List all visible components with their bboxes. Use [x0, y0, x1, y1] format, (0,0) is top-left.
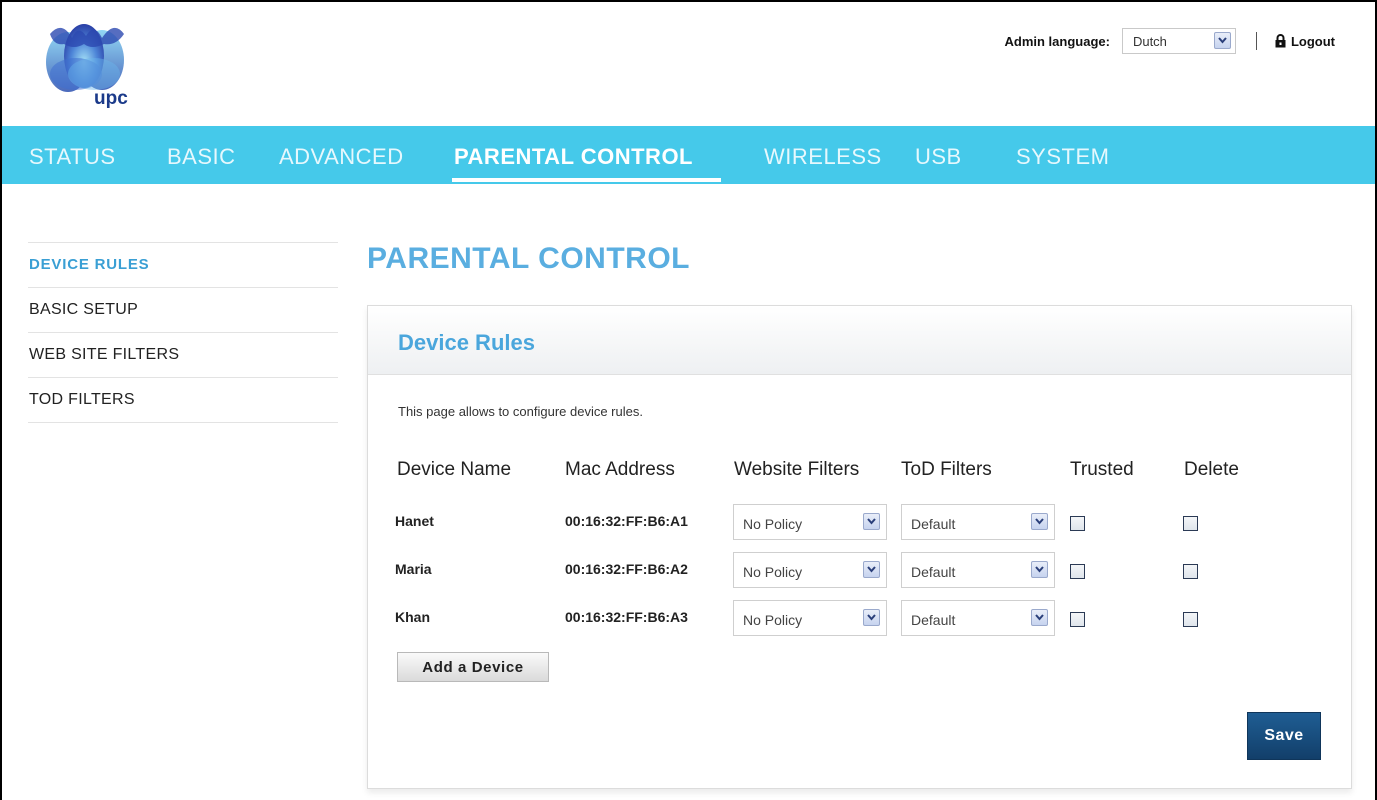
- trusted-checkbox[interactable]: [1070, 612, 1085, 627]
- device-name: Khan: [395, 609, 430, 625]
- admin-language-value: Dutch: [1132, 34, 1167, 49]
- logout-label: Logout: [1290, 33, 1335, 49]
- trusted-checkbox[interactable]: [1070, 516, 1085, 531]
- sidebar-item-basic-setup[interactable]: BASIC SETUP: [28, 287, 338, 332]
- tod-filter-value: Default: [911, 516, 956, 532]
- tod-filter-select[interactable]: Default: [901, 552, 1055, 588]
- mac-address: 00:16:32:FF:B6:A2: [565, 561, 688, 577]
- app-window: upc Admin language: Dutch Logout STATUS …: [0, 0, 1377, 800]
- tod-filter-value: Default: [911, 564, 956, 580]
- sidebar-item-device-rules[interactable]: DEVICE RULES: [28, 242, 338, 287]
- nav-status[interactable]: STATUS: [29, 144, 116, 170]
- website-filter-select[interactable]: No Policy: [733, 552, 887, 588]
- mac-address: 00:16:32:FF:B6:A3: [565, 609, 688, 625]
- chevron-down-icon[interactable]: [863, 609, 880, 626]
- logout-link[interactable]: Logout: [1275, 34, 1335, 49]
- sidebar-item-tod-filters[interactable]: TOD FILTERS: [28, 377, 338, 422]
- website-filter-select[interactable]: No Policy: [733, 504, 887, 540]
- chevron-down-icon[interactable]: [1213, 32, 1231, 49]
- panel-description: This page allows to configure device rul…: [398, 404, 643, 419]
- add-device-button[interactable]: Add a Device: [397, 652, 549, 682]
- admin-language-select[interactable]: Dutch: [1121, 28, 1236, 54]
- device-name: Hanet: [395, 513, 434, 529]
- delete-checkbox[interactable]: [1183, 516, 1198, 531]
- chevron-down-icon[interactable]: [863, 513, 880, 530]
- website-filter-value: No Policy: [743, 516, 803, 532]
- panel-title: Device Rules: [398, 330, 535, 355]
- website-filter-value: No Policy: [743, 612, 803, 628]
- main-nav: STATUS BASIC ADVANCED PARENTAL CONTROL W…: [2, 126, 1375, 184]
- website-filter-value: No Policy: [743, 564, 803, 580]
- active-tab-indicator: [452, 178, 721, 182]
- column-header-website-filters: Website Filters: [734, 459, 860, 480]
- mac-address: 00:16:32:FF:B6:A1: [565, 513, 688, 529]
- divider: [1255, 32, 1257, 50]
- sidebar-item-web-site-filters[interactable]: WEB SITE FILTERS: [28, 332, 338, 377]
- tod-filter-select[interactable]: Default: [901, 600, 1055, 636]
- admin-bar: Admin language: Dutch Logout: [1004, 28, 1335, 54]
- column-header-trusted: Trusted: [1070, 459, 1134, 480]
- header: upc Admin language: Dutch Logout: [2, 2, 1375, 126]
- sidebar: DEVICE RULES BASIC SETUP WEB SITE FILTER…: [28, 242, 338, 423]
- lock-icon: [1275, 34, 1286, 48]
- column-header-tod-filters: ToD Filters: [901, 459, 992, 480]
- nav-advanced[interactable]: ADVANCED: [279, 144, 404, 170]
- tod-filter-select[interactable]: Default: [901, 504, 1055, 540]
- chevron-down-icon[interactable]: [1031, 513, 1048, 530]
- save-button[interactable]: Save: [1247, 712, 1321, 760]
- upc-logo: upc: [32, 16, 142, 109]
- nav-wireless[interactable]: WIRELESS: [764, 144, 882, 170]
- column-header-device-name: Device Name: [397, 459, 512, 480]
- nav-parental-control[interactable]: PARENTAL CONTROL: [454, 144, 693, 170]
- delete-checkbox[interactable]: [1183, 612, 1198, 627]
- chevron-down-icon[interactable]: [863, 561, 880, 578]
- admin-language-label: Admin language:: [1004, 33, 1110, 49]
- page-title: PARENTAL CONTROL: [367, 242, 690, 275]
- trusted-checkbox[interactable]: [1070, 564, 1085, 579]
- device-name: Maria: [395, 561, 432, 577]
- tod-filter-value: Default: [911, 612, 956, 628]
- nav-system[interactable]: SYSTEM: [1016, 144, 1109, 170]
- device-rules-panel: Device Rules This page allows to configu…: [367, 305, 1352, 789]
- website-filter-select[interactable]: No Policy: [733, 600, 887, 636]
- column-header-delete: Delete: [1184, 459, 1239, 480]
- chevron-down-icon[interactable]: [1031, 609, 1048, 626]
- chevron-down-icon[interactable]: [1031, 561, 1048, 578]
- nav-usb[interactable]: USB: [915, 144, 962, 170]
- brand-text: upc: [94, 88, 128, 109]
- delete-checkbox[interactable]: [1183, 564, 1198, 579]
- nav-basic[interactable]: BASIC: [167, 144, 236, 170]
- column-header-mac-address: Mac Address: [565, 459, 675, 480]
- sidebar-divider: [28, 422, 338, 423]
